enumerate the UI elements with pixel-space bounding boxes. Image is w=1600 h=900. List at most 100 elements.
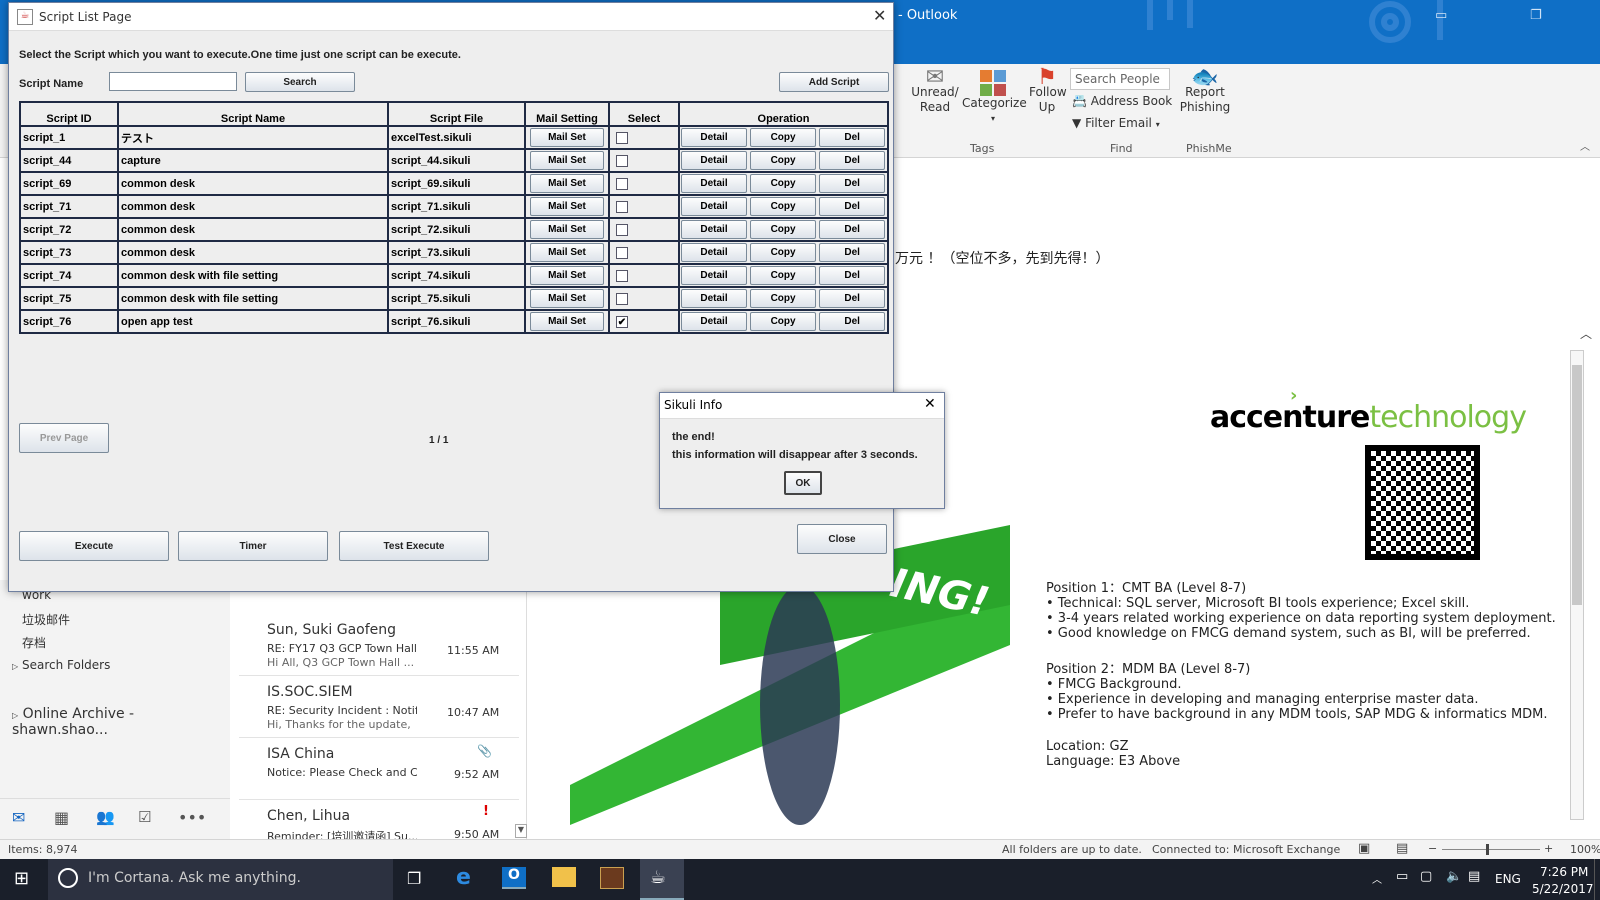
zoom-slider[interactable] xyxy=(1442,849,1540,850)
select-checkbox[interactable] xyxy=(616,246,628,259)
table-row[interactable]: script_76 open app test script_76.sikuli Ma… xyxy=(19,309,889,334)
chevron-up-icon[interactable]: ︿ xyxy=(1372,871,1382,886)
sikuli-title-bar[interactable]: Sikuli Info ✕ xyxy=(660,393,944,419)
detail-button[interactable]: Detail xyxy=(681,197,747,216)
del-button[interactable]: Del xyxy=(819,289,886,308)
detail-button[interactable]: Detail xyxy=(681,243,747,262)
del-button[interactable]: Del xyxy=(819,220,886,239)
online-archive[interactable]: ▷ Online Archive - shawn.shao... xyxy=(12,706,230,738)
copy-button[interactable]: Copy xyxy=(750,174,817,193)
clock-date[interactable]: 5/22/2017 xyxy=(1532,882,1594,896)
select-checkbox[interactable] xyxy=(616,200,628,213)
copy-button[interactable]: Copy xyxy=(750,151,817,170)
prev-page-button[interactable]: Prev Page xyxy=(19,423,109,453)
report-phishing-button[interactable]: 🐟 Report Phishing xyxy=(1176,67,1234,115)
copy-button[interactable]: Copy xyxy=(750,220,817,239)
filter-email-button[interactable]: ▼ Filter Email ▾ xyxy=(1072,116,1160,132)
volume-icon[interactable]: 🔈 xyxy=(1446,869,1462,884)
del-button[interactable]: Del xyxy=(819,312,886,331)
folder-junk[interactable]: 垃圾邮件 xyxy=(22,611,70,628)
list-item[interactable]: ISA China Notice: Please Check and C... … xyxy=(239,738,519,800)
task-view-icon[interactable]: ❐ xyxy=(407,869,421,888)
zoom-slider-handle[interactable] xyxy=(1486,844,1489,855)
table-row[interactable]: script_73 common desk script_73.sikuli Mail… xyxy=(19,240,889,265)
detail-button[interactable]: Detail xyxy=(681,128,747,147)
people-icon[interactable]: 👥 xyxy=(96,808,115,826)
timer-button[interactable]: Timer xyxy=(178,531,328,561)
detail-button[interactable]: Detail xyxy=(681,312,747,331)
detail-button[interactable]: Detail xyxy=(681,266,747,285)
del-button[interactable]: Del xyxy=(819,266,886,285)
zoom-out-icon[interactable]: − xyxy=(1428,842,1437,855)
close-icon[interactable]: ✕ xyxy=(873,6,886,25)
collapse-header-icon[interactable]: ︿ xyxy=(1580,325,1592,342)
network-icon[interactable]: ▢ xyxy=(1420,869,1432,884)
more-icon[interactable]: ••• xyxy=(178,808,206,827)
detail-button[interactable]: Detail xyxy=(681,289,747,308)
scrollbar-thumb[interactable] xyxy=(1572,365,1582,605)
mail-set-button[interactable]: Mail Set xyxy=(530,151,604,170)
calendar-icon[interactable]: ▦ xyxy=(54,808,69,827)
detail-button[interactable]: Detail xyxy=(681,220,747,239)
script-window-title-bar[interactable]: ☕ Script List Page ✕ xyxy=(9,3,893,31)
detail-button[interactable]: Detail xyxy=(681,174,747,193)
list-item[interactable]: Sun, Suki Gaofeng RE: FY17 Q3 GCP Town H… xyxy=(239,614,519,676)
windows-start-icon[interactable]: ⊞ xyxy=(14,868,29,889)
edge-icon[interactable]: e xyxy=(456,865,471,890)
zoom-in-icon[interactable]: + xyxy=(1544,842,1553,855)
file-explorer-icon[interactable] xyxy=(552,867,576,887)
table-row[interactable]: script_69 common desk script_69.sikuli Mail… xyxy=(19,171,889,196)
add-script-button[interactable]: Add Script xyxy=(779,72,889,92)
del-button[interactable]: Del xyxy=(819,174,886,193)
table-row[interactable]: script_75 common desk with file setting sc… xyxy=(19,286,889,311)
notification-icon[interactable]: ▤ xyxy=(1468,869,1480,884)
select-checkbox[interactable] xyxy=(616,154,628,167)
copy-button[interactable]: Copy xyxy=(750,243,817,262)
table-row[interactable]: script_72 common desk script_72.sikuli Mail… xyxy=(19,217,889,242)
del-button[interactable]: Del xyxy=(819,151,886,170)
select-checkbox[interactable] xyxy=(616,223,628,236)
select-checkbox[interactable] xyxy=(616,269,628,282)
del-button[interactable]: Del xyxy=(819,243,886,262)
window-layout-icon[interactable]: ▭ xyxy=(1435,8,1447,23)
close-icon[interactable]: ✕ xyxy=(924,396,936,412)
reading-view-icon[interactable]: ▤ xyxy=(1396,841,1408,856)
tasks-icon[interactable]: ☑ xyxy=(138,808,151,826)
mail-set-button[interactable]: Mail Set xyxy=(530,128,604,147)
table-row[interactable]: script_74 common desk with file setting sc… xyxy=(19,263,889,288)
mail-icon[interactable]: ✉ xyxy=(12,808,25,827)
search-people-input[interactable]: Search People xyxy=(1070,68,1170,90)
copy-button[interactable]: Copy xyxy=(750,289,817,308)
select-checkbox[interactable] xyxy=(616,131,628,144)
list-item[interactable]: IS.SOC.SIEM RE: Security Incident : Noti… xyxy=(239,676,519,738)
battery-icon[interactable]: ▭ xyxy=(1396,869,1408,884)
follow-up-button[interactable]: ⚑ Follow Up xyxy=(1022,67,1072,115)
folder-search-folders[interactable]: ▷ Search Folders xyxy=(12,658,110,672)
del-button[interactable]: Del xyxy=(819,197,886,216)
copy-button[interactable]: Copy xyxy=(750,197,817,216)
reading-scrollbar[interactable] xyxy=(1570,350,1584,820)
select-checkbox[interactable] xyxy=(616,292,628,305)
scroll-down-icon[interactable]: ▼ xyxy=(515,824,527,838)
mail-set-button[interactable]: Mail Set xyxy=(530,312,604,331)
language-indicator[interactable]: ENG xyxy=(1495,872,1521,886)
cortana-search-box[interactable]: I'm Cortana. Ask me anything. xyxy=(48,859,393,900)
copy-button[interactable]: Copy xyxy=(750,266,817,285)
restore-icon[interactable]: ❐ xyxy=(1530,8,1542,23)
execute-button[interactable]: Execute xyxy=(19,531,169,561)
test-execute-button[interactable]: Test Execute xyxy=(339,531,489,561)
copy-button[interactable]: Copy xyxy=(750,312,817,331)
address-book-button[interactable]: 📇 Address Book xyxy=(1072,94,1172,109)
table-row[interactable]: script_1 テスト excelTest.sikuli Mail Set Detai… xyxy=(19,125,889,150)
mail-set-button[interactable]: Mail Set xyxy=(530,174,604,193)
mail-set-button[interactable]: Mail Set xyxy=(530,220,604,239)
mail-set-button[interactable]: Mail Set xyxy=(530,289,604,308)
select-checkbox[interactable]: ✔ xyxy=(616,315,628,328)
mail-set-button[interactable]: Mail Set xyxy=(530,243,604,262)
mail-set-button[interactable]: Mail Set xyxy=(530,266,604,285)
mail-set-button[interactable]: Mail Set xyxy=(530,197,604,216)
list-item[interactable]: Chen, Lihua Reminder: [培训邀请函] Su... ! 9:… xyxy=(239,800,519,842)
table-row[interactable]: script_44 capture script_44.sikuli Mail Set… xyxy=(19,148,889,173)
categorize-button[interactable]: Categorize ▾ xyxy=(962,70,1027,126)
del-button[interactable]: Del xyxy=(819,128,886,147)
